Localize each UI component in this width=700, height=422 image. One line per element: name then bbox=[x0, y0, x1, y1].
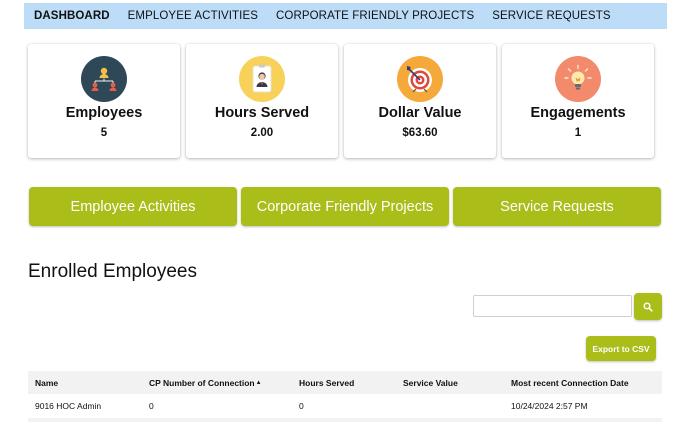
stats-cards: Employees 5 Hours Served 2.00 Dollar Val… bbox=[28, 44, 656, 158]
column-header-hours-served[interactable]: Hours Served bbox=[299, 371, 354, 394]
stat-value: 5 bbox=[100, 127, 108, 139]
sort-ascending-icon: ▲ bbox=[255, 379, 262, 386]
export-csv-button[interactable]: Export to CSV bbox=[586, 336, 656, 361]
stat-title: Engagements bbox=[530, 105, 626, 121]
stat-title: Employees bbox=[65, 105, 143, 121]
nav-dashboard[interactable]: DASHBOARD bbox=[24, 10, 119, 22]
column-header-name[interactable]: Name bbox=[35, 371, 58, 394]
service-requests-button[interactable]: Service Requests bbox=[453, 187, 661, 226]
table-row bbox=[28, 418, 662, 422]
target-icon bbox=[397, 56, 443, 102]
stat-value: 2.00 bbox=[250, 127, 274, 139]
nav-service-requests[interactable]: SERVICE REQUESTS bbox=[483, 10, 619, 22]
org-chart-icon bbox=[81, 56, 127, 102]
employee-activities-button[interactable]: Employee Activities bbox=[29, 187, 237, 226]
search-icon bbox=[643, 301, 653, 312]
table-row[interactable]: 9016 HOC Admin 0 0 10/24/2024 2:57 PM bbox=[28, 394, 662, 418]
column-header-service-value[interactable]: Service Value bbox=[403, 371, 458, 394]
stat-card-hours-served: Hours Served 2.00 bbox=[186, 44, 338, 158]
nav-employee-activities[interactable]: EMPLOYEE ACTIVITIES bbox=[119, 10, 267, 22]
table-cell: 9016 HOC Admin bbox=[35, 401, 102, 411]
stat-value: $63.60 bbox=[402, 127, 438, 139]
table-cell: 0 bbox=[149, 401, 154, 411]
table-header-row: Name CP Number of Connection ▲ Hours Serv… bbox=[28, 371, 662, 394]
enrolled-employees-table: Name CP Number of Connection ▲ Hours Serv… bbox=[28, 371, 662, 422]
stat-card-engagements: Engagements 1 bbox=[502, 44, 654, 158]
stat-value: 1 bbox=[574, 127, 582, 139]
corporate-friendly-projects-button[interactable]: Corporate Friendly Projects bbox=[241, 187, 449, 226]
table-cell: 10/24/2024 2:57 PM bbox=[511, 401, 588, 411]
page-title: Enrolled Employees bbox=[28, 261, 197, 282]
stat-title: Dollar Value bbox=[378, 105, 462, 121]
top-nav: DASHBOARD EMPLOYEE ACTIVITIES CORPORATE … bbox=[24, 3, 667, 29]
lightbulb-icon bbox=[555, 56, 601, 102]
stat-title: Hours Served bbox=[214, 105, 310, 121]
id-badge-icon bbox=[239, 56, 285, 102]
column-header-cp-number-of-connection[interactable]: CP Number of Connection ▲ bbox=[149, 371, 262, 394]
stat-card-dollar-value: Dollar Value $63.60 bbox=[344, 44, 496, 158]
search-button[interactable] bbox=[634, 293, 662, 320]
nav-corporate-friendly-projects[interactable]: CORPORATE FRIENDLY PROJECTS bbox=[267, 10, 483, 22]
search-input[interactable] bbox=[473, 295, 632, 317]
stat-card-employees: Employees 5 bbox=[28, 44, 180, 158]
table-cell: 0 bbox=[299, 401, 304, 411]
column-header-most-recent-connection-date[interactable]: Most recent Connection Date bbox=[511, 371, 629, 394]
